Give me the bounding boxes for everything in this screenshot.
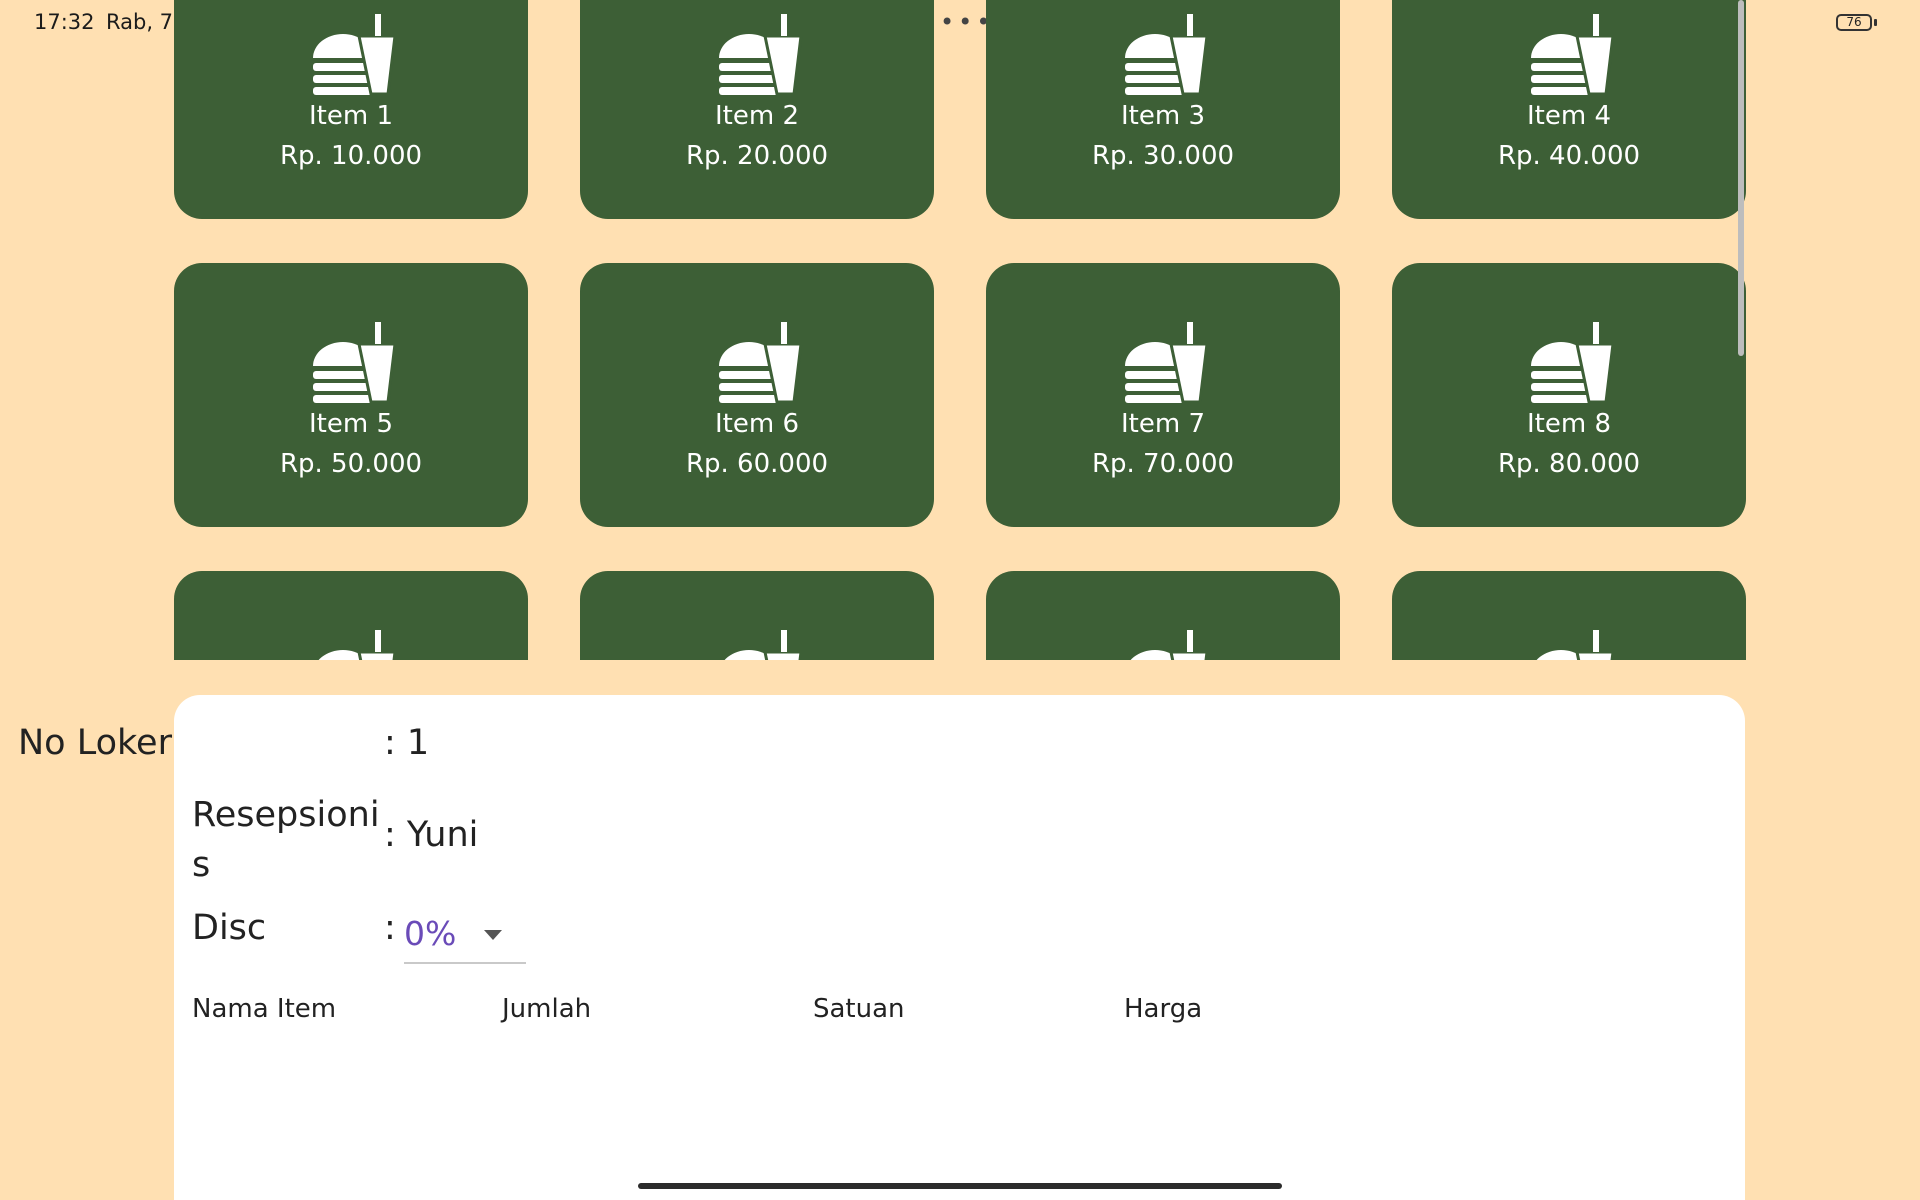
fastfood-icon (311, 14, 397, 96)
menu-item-name: Item 8 (1527, 409, 1611, 439)
battery-tip (1874, 19, 1877, 26)
discount-value: 0% (404, 914, 457, 953)
menu-item-card[interactable] (1392, 571, 1746, 660)
locker-value: : 1 (384, 723, 430, 763)
disc-colon: : (384, 908, 396, 948)
fastfood-icon (717, 14, 803, 96)
receptionist-label: Resepsionis (192, 795, 380, 885)
menu-item-name: Item 7 (1121, 409, 1205, 439)
menu-item-name: Item 5 (309, 409, 393, 439)
menu-item-card[interactable]: Item 7 Rp. 70.000 (986, 263, 1340, 527)
menu-item-card[interactable]: Item 1 Rp. 10.000 (174, 0, 528, 219)
menu-item-price: Rp. 40.000 (1497, 141, 1641, 171)
menu-item-card[interactable]: Item 2 Rp. 20.000 (580, 0, 934, 219)
menu-item-card[interactable] (580, 571, 934, 660)
column-header-item: Nama Item (192, 994, 337, 1024)
menu-item-name: Item 1 (309, 101, 393, 131)
dropdown-arrow-icon (484, 930, 502, 940)
home-indicator[interactable] (638, 1183, 1282, 1189)
menu-item-price: Rp. 70.000 (1091, 449, 1235, 479)
fastfood-icon (1123, 322, 1209, 404)
fastfood-icon (311, 630, 397, 660)
locker-label: No Loker (18, 723, 172, 763)
menu-item-card[interactable]: Item 6 Rp. 60.000 (580, 263, 934, 527)
menu-item-name: Item 3 (1121, 101, 1205, 131)
menu-item-price: Rp. 50.000 (279, 449, 423, 479)
fastfood-icon (1529, 14, 1615, 96)
battery-icon: 76 (1836, 14, 1872, 31)
status-time: 17:32 (34, 10, 95, 34)
discount-dropdown[interactable]: 0% (404, 912, 526, 964)
fastfood-icon (311, 322, 397, 404)
menu-item-card[interactable] (986, 571, 1340, 660)
fastfood-icon (1529, 630, 1615, 660)
menu-item-price: Rp. 60.000 (685, 449, 829, 479)
menu-item-price: Rp. 20.000 (685, 141, 829, 171)
column-header-unit: Satuan (813, 994, 905, 1024)
fastfood-icon (717, 322, 803, 404)
menu-item-price: Rp. 10.000 (279, 141, 423, 171)
column-header-price: Harga (1124, 994, 1203, 1024)
scrollbar[interactable] (1738, 0, 1744, 356)
disc-label: Disc (192, 908, 267, 948)
menu-item-price: Rp. 80.000 (1497, 449, 1641, 479)
menu-item-card[interactable]: Item 3 Rp. 30.000 (986, 0, 1340, 219)
fastfood-icon (1123, 630, 1209, 660)
fastfood-icon (1123, 14, 1209, 96)
fastfood-icon (717, 630, 803, 660)
menu-grid[interactable]: Item 1 Rp. 10.000 Item 2 Rp. 20.000 Item 3 Rp… (174, 0, 1748, 660)
menu-item-name: Item 2 (715, 101, 799, 131)
fastfood-icon (1529, 322, 1615, 404)
menu-item-card[interactable]: Item 5 Rp. 50.000 (174, 263, 528, 527)
menu-item-card[interactable]: Item 4 Rp. 40.000 (1392, 0, 1746, 219)
menu-item-name: Item 4 (1527, 101, 1611, 131)
menu-item-price: Rp. 30.000 (1091, 141, 1235, 171)
menu-item-name: Item 6 (715, 409, 799, 439)
menu-item-card[interactable]: Item 8 Rp. 80.000 (1392, 263, 1746, 527)
column-header-quantity: Jumlah (502, 994, 592, 1024)
menu-item-card[interactable] (174, 571, 528, 660)
receptionist-value: : Yuni (384, 815, 479, 855)
